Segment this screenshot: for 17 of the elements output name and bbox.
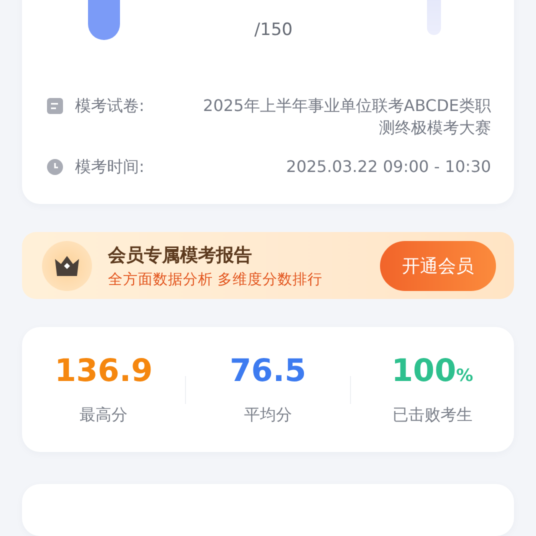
info-value: 2025.03.22 09:00 - 10:30 <box>285 156 491 178</box>
info-label: 模考试卷: <box>75 95 144 117</box>
score-total: /150 <box>254 20 293 40</box>
stat-value: 136.9 <box>54 353 153 390</box>
crown-icon <box>42 240 92 290</box>
banner-subtitle: 全方面数据分析 多维度分数排行 <box>108 270 324 288</box>
stat-value: 100% <box>391 353 474 390</box>
info-value: 2025年上半年事业单位联考ABCDE类职测终极模考大赛 <box>202 95 491 139</box>
stat-label: 平均分 <box>244 405 292 426</box>
stat-label: 最高分 <box>80 405 128 426</box>
open-membership-button[interactable]: 开通会员 <box>380 240 496 290</box>
stat-label: 已击败考生 <box>392 405 472 426</box>
document-icon <box>47 98 63 114</box>
info-label: 模考时间: <box>75 156 144 178</box>
clock-icon <box>47 159 63 175</box>
stat-value: 76.5 <box>230 353 306 390</box>
banner-title: 会员专属模考报告 <box>108 244 253 266</box>
